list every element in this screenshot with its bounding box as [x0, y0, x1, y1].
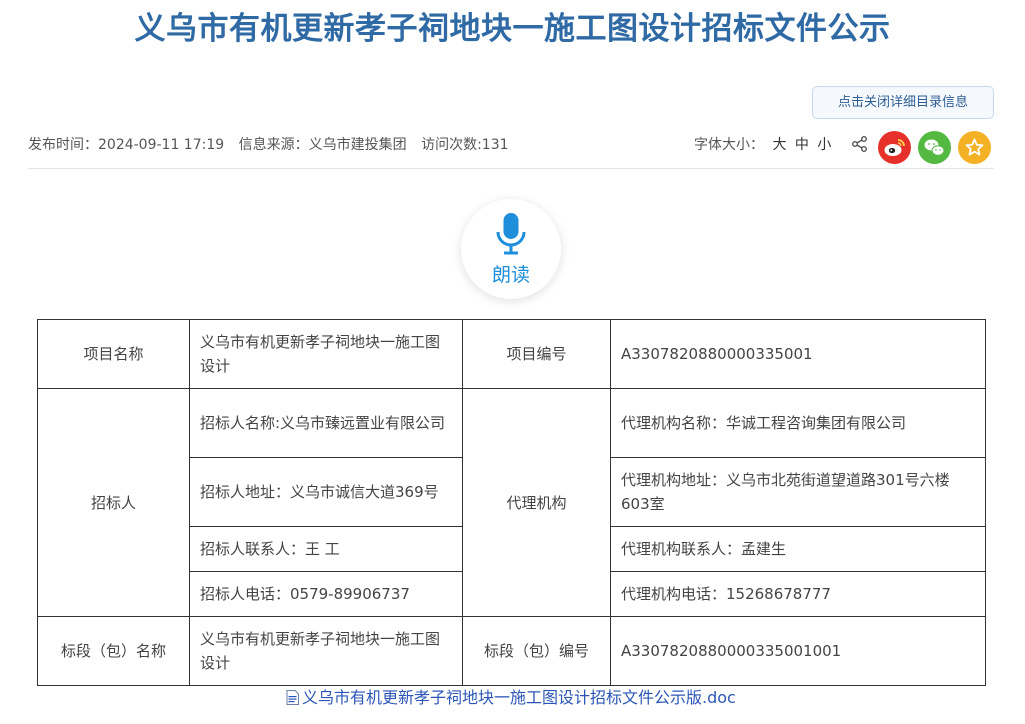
table-row: 招标人 招标人名称:义乌市臻远置业有限公司 代理机构 代理机构名称：华诚工程咨询… [37, 388, 986, 617]
agent-phone: 代理机构电话：15268678777 [610, 571, 986, 617]
tenderer-contact: 招标人联系人：王 工 [189, 526, 463, 572]
read-aloud-button[interactable]: 朗读 [461, 199, 561, 299]
visit-count: 访问次数:131 [421, 137, 509, 153]
read-aloud-label: 朗读 [491, 264, 530, 286]
font-size-selector: 字体大小： 大 中 小 [694, 133, 831, 157]
attachment-filename: 义乌市有机更新孝子祠地块一施工图设计招标文件公示版.doc [302, 688, 736, 707]
project-name-label: 项目名称 [37, 319, 190, 389]
project-info-table: 项目名称 义乌市有机更新孝子祠地块一施工图设计 项目编号 A3307820880… [37, 319, 986, 686]
agent-name: 代理机构名称：华诚工程咨询集团有限公司 [610, 388, 986, 458]
article-meta: 发布时间：2024-09-11 17:19 信息来源：义乌市建投集团 访问次数:… [28, 133, 519, 157]
wechat-icon[interactable] [918, 131, 951, 164]
publish-time: 发布时间：2024-09-11 17:19 [28, 137, 225, 153]
weibo-icon[interactable] [878, 131, 911, 164]
share-icon[interactable] [850, 134, 870, 154]
tenderer-address: 招标人地址：义乌市诚信大道369号 [189, 457, 463, 527]
project-no-label: 项目编号 [462, 319, 611, 389]
agent-address: 代理机构地址：义乌市北苑街道望道路301号六楼603室 [610, 457, 986, 527]
project-no-value: A3307820880000335001 [610, 319, 986, 389]
section-no-label: 标段（包）编号 [462, 616, 611, 686]
microphone-icon [496, 213, 526, 255]
font-size-small[interactable]: 小 [817, 137, 831, 153]
toggle-detail-button[interactable]: 点击关闭详细目录信息 [812, 86, 994, 119]
star-icon[interactable] [958, 131, 991, 164]
page-title: 义乌市有机更新孝子祠地块一施工图设计招标文件公示 [134, 11, 891, 47]
project-name-value: 义乌市有机更新孝子祠地块一施工图设计 [189, 319, 463, 389]
agent-contact: 代理机构联系人：孟建生 [610, 526, 986, 572]
section-no-value: A3307820880000335001001 [610, 616, 986, 686]
table-row: 标段（包）名称 义乌市有机更新孝子祠地块一施工图设计 标段（包）编号 A3307… [37, 616, 986, 686]
font-size-label: 字体大小： [694, 137, 764, 153]
info-source: 信息来源：义乌市建投集团 [238, 137, 407, 153]
tenderer-label: 招标人 [37, 388, 190, 617]
doc-file-icon [286, 689, 299, 711]
section-name-label: 标段（包）名称 [37, 616, 190, 686]
section-name-value: 义乌市有机更新孝子祠地块一施工图设计 [189, 616, 463, 686]
attachment-link[interactable]: 义乌市有机更新孝子祠地块一施工图设计招标文件公示版.doc [286, 687, 736, 709]
tenderer-name: 招标人名称:义乌市臻远置业有限公司 [189, 388, 463, 458]
agent-label: 代理机构 [462, 388, 611, 617]
table-row: 项目名称 义乌市有机更新孝子祠地块一施工图设计 项目编号 A3307820880… [37, 319, 986, 389]
font-size-medium[interactable]: 中 [795, 137, 809, 153]
font-size-large[interactable]: 大 [772, 137, 786, 153]
tenderer-phone: 招标人电话：0579-89906737 [189, 571, 463, 617]
meta-divider [28, 168, 994, 169]
